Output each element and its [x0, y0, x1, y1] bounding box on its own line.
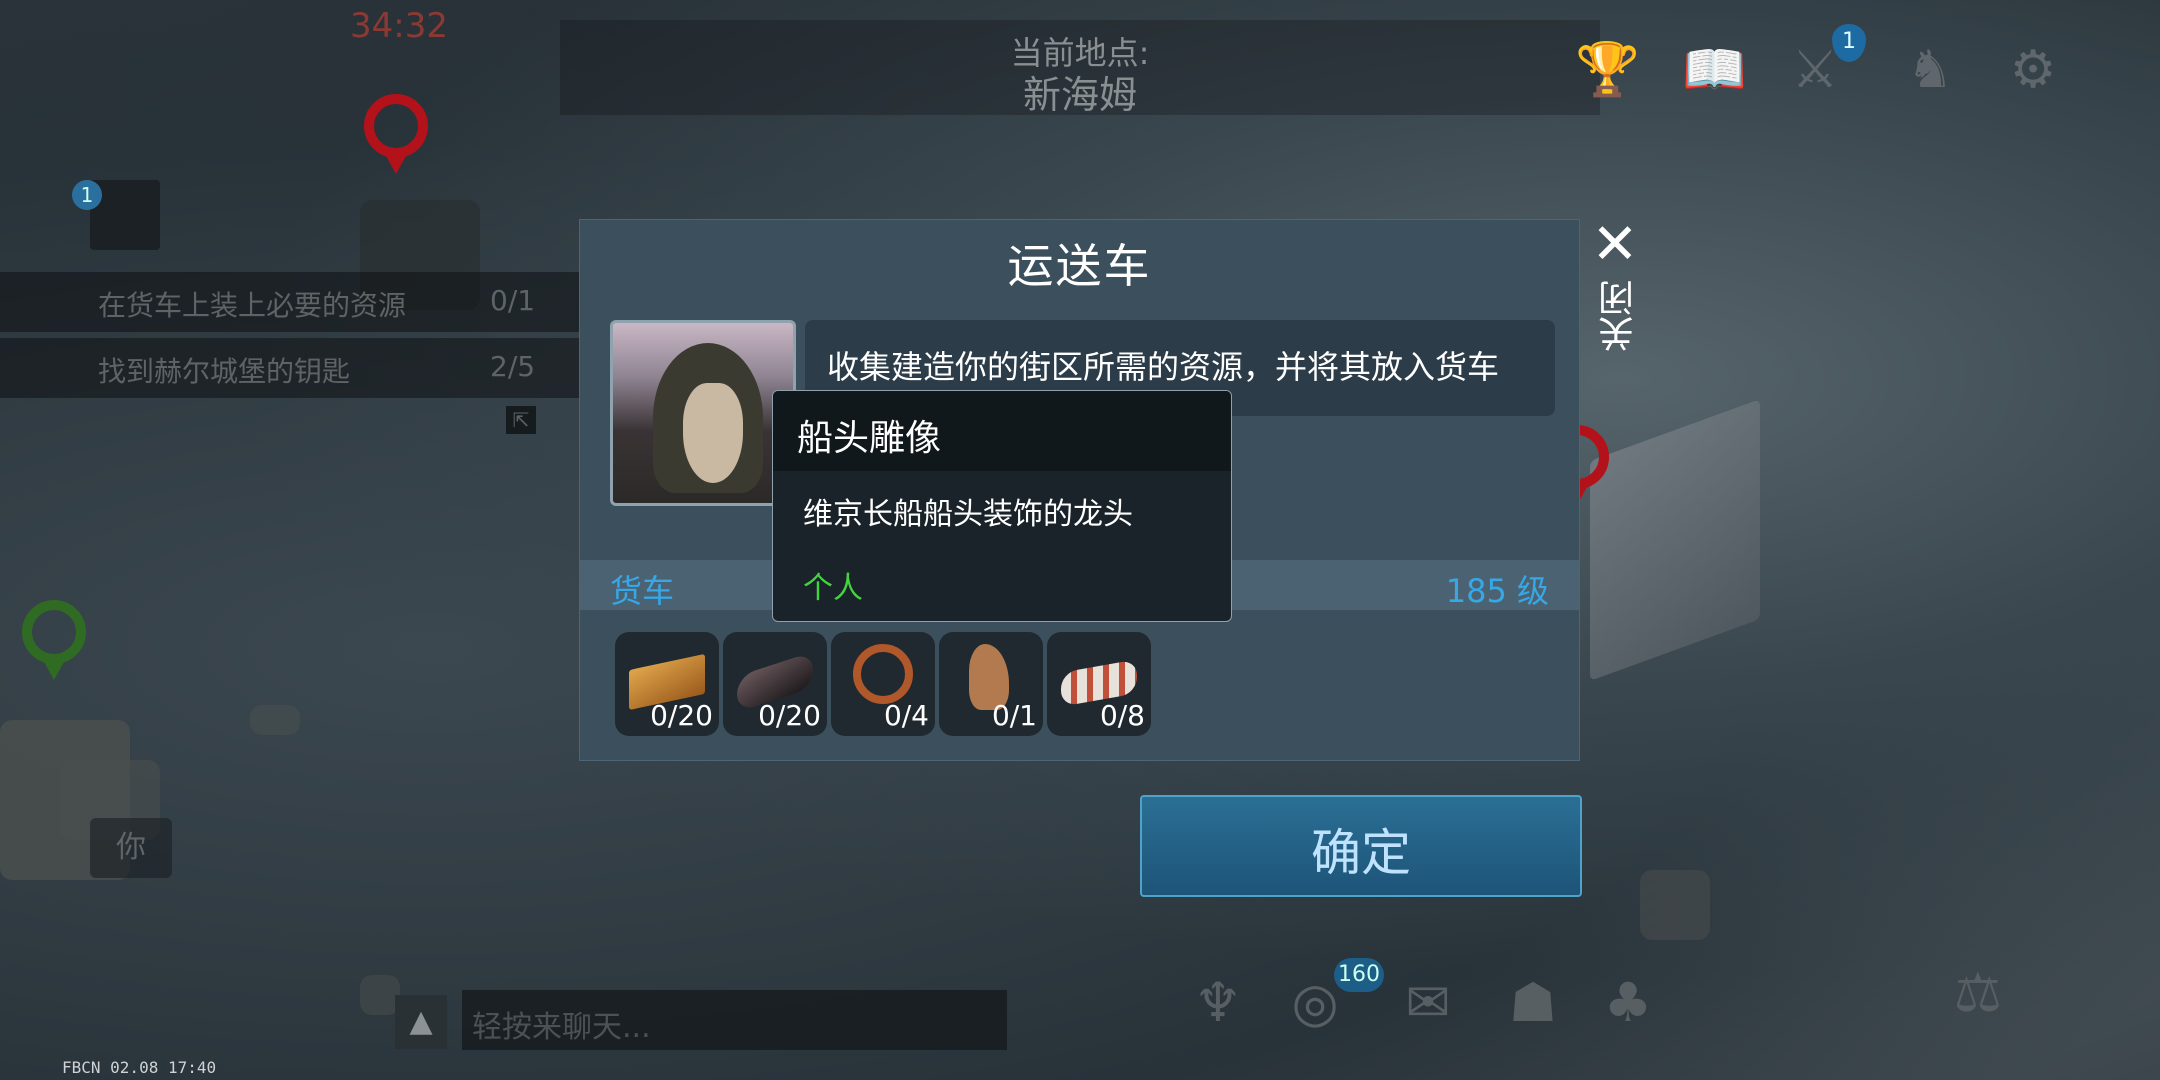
- tooltip-title: 船头雕像: [797, 418, 942, 459]
- slot-qty: 0/20: [758, 699, 821, 732]
- book-icon[interactable]: 📖: [1682, 40, 1747, 100]
- map-pin-red[interactable]: [364, 94, 428, 174]
- coin-badge: 160: [1334, 958, 1384, 992]
- close-icon[interactable]: ✕: [1588, 217, 1642, 273]
- resource-slot[interactable]: 0/20: [615, 632, 719, 736]
- quest-row[interactable]: 在货车上装上必要的资源 0/1: [0, 272, 580, 332]
- tooltip-header: 船头雕像: [773, 391, 1231, 471]
- location-name: 新海姆: [1022, 73, 1137, 117]
- dialog-title: 运送车: [1007, 239, 1152, 293]
- sack-icon[interactable]: ♣: [1595, 970, 1661, 1036]
- close-button[interactable]: 关闭: [1594, 280, 1640, 352]
- confirm-button[interactable]: 确定: [1140, 795, 1582, 897]
- player-marker[interactable]: 你: [90, 818, 172, 878]
- slot-qty: 0/1: [991, 699, 1037, 732]
- gear-icon[interactable]: ⚙: [2003, 40, 2063, 100]
- map-rock: [250, 705, 300, 735]
- cart-label: 货车: [610, 572, 675, 610]
- collapse-arrow-icon[interactable]: ⇱: [506, 406, 536, 434]
- scales-icon[interactable]: ⚖: [1945, 960, 2011, 1026]
- resource-slot[interactable]: 0/8: [1047, 632, 1151, 736]
- viking-helmet-icon[interactable]: ♞: [1900, 40, 1960, 100]
- quest-text: 找到赫尔城堡的钥匙: [98, 355, 351, 388]
- quest-text: 在货车上装上必要的资源: [98, 289, 407, 322]
- map-pin-green[interactable]: [22, 600, 86, 680]
- warrior-icon[interactable]: ☗: [1500, 970, 1566, 1036]
- cart-level: 185 级: [1445, 572, 1549, 610]
- quest-count: 2/5: [490, 350, 536, 383]
- resource-slot[interactable]: 0/1: [939, 632, 1043, 736]
- quest-badge: 1: [72, 180, 102, 210]
- quest-row[interactable]: 找到赫尔城堡的钥匙 2/5: [0, 338, 580, 398]
- scroll-icon[interactable]: ✉: [1395, 970, 1461, 1036]
- chat-input[interactable]: 轻按来聊天...: [462, 990, 1007, 1050]
- resource-slot[interactable]: 0/20: [723, 632, 827, 736]
- slot-qty: 0/4: [883, 699, 929, 732]
- chat-expand-icon[interactable]: ▲: [395, 995, 447, 1049]
- ship-wheel-icon: [853, 644, 913, 704]
- slot-qty: 0/8: [1099, 699, 1145, 732]
- map-fortress: [1590, 399, 1760, 681]
- tooltip-description: 维京长船船头装饰的龙头: [803, 497, 1133, 532]
- quest-count: 0/1: [490, 284, 536, 317]
- npc-portrait: [610, 320, 796, 506]
- notification-badge: 1: [1832, 24, 1866, 62]
- event-timer: 34:32: [350, 6, 448, 46]
- tooltip-tag: 个人: [803, 571, 863, 606]
- slot-qty: 0/20: [650, 699, 713, 732]
- rune-icon[interactable]: ♆: [1185, 970, 1251, 1036]
- resource-slot[interactable]: 0/4: [831, 632, 935, 736]
- build-info: FBCN 02.08 17:40: [62, 1058, 217, 1077]
- item-tooltip: 船头雕像 维京长船船头装饰的龙头 个人: [772, 390, 1232, 622]
- chat-placeholder: 轻按来聊天...: [472, 1010, 651, 1045]
- portrait-face: [683, 383, 743, 483]
- trophy-icon[interactable]: 🏆: [1575, 40, 1640, 100]
- confirm-label: 确定: [1311, 824, 1411, 882]
- map-rock: [1640, 870, 1710, 940]
- speech-text: 收集建造你的街区所需的资源，并将其放入货车: [827, 348, 1500, 386]
- map-rock: [360, 975, 400, 1015]
